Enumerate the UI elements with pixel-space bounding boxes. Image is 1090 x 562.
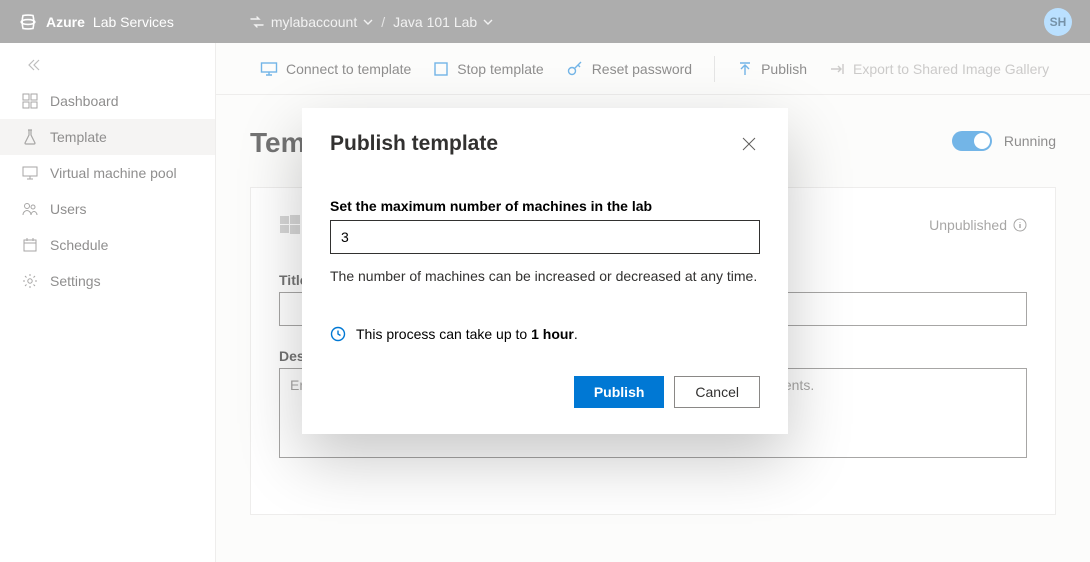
machine-count-input[interactable]: [330, 220, 760, 254]
clock-icon: [330, 326, 346, 342]
machine-count-label: Set the maximum number of machines in th…: [330, 198, 760, 214]
modal-title: Publish template: [330, 132, 498, 156]
publish-modal: Publish template Set the maximum number …: [302, 108, 788, 434]
machine-count-hint: The number of machines can be increased …: [330, 268, 760, 284]
duration-note: This process can take up to 1 hour.: [330, 326, 760, 342]
modal-overlay[interactable]: Publish template Set the maximum number …: [0, 0, 1090, 562]
close-icon[interactable]: [738, 133, 760, 155]
cancel-button[interactable]: Cancel: [674, 376, 760, 408]
publish-confirm-button[interactable]: Publish: [574, 376, 665, 408]
